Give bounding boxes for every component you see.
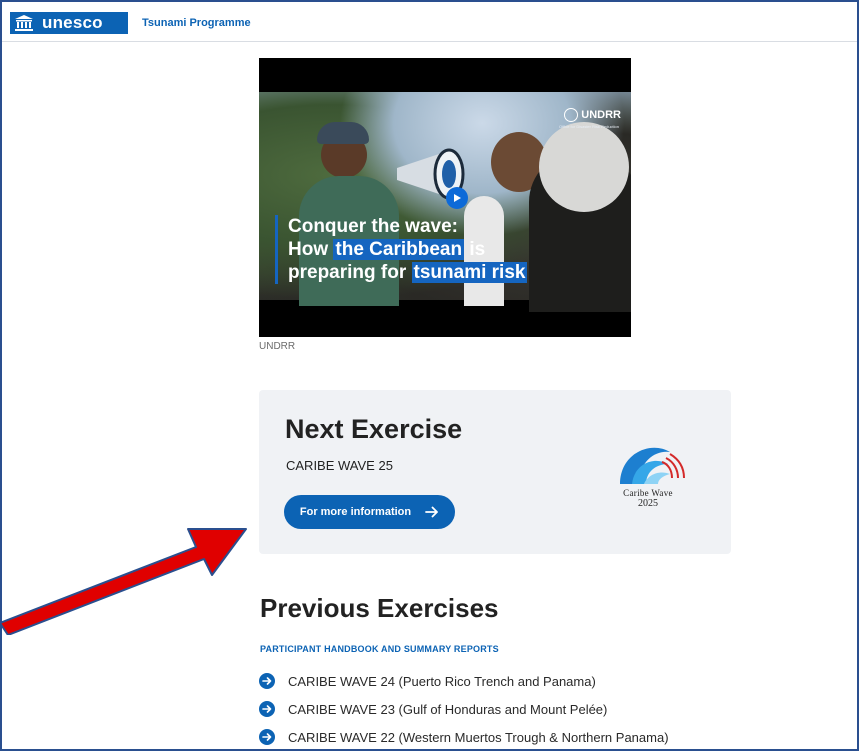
list-item[interactable]: CARIBE WAVE 24 (Puerto Rico Trench and P…	[259, 670, 669, 692]
arrow-circle-icon	[259, 701, 275, 717]
badge-line-2: 2025	[638, 498, 658, 509]
logo-wordmark: unesco	[42, 13, 103, 32]
list-item[interactable]: CARIBE WAVE 23 (Gulf of Honduras and Mou…	[259, 698, 669, 720]
watermark-subtitle: Office for Disaster Risk Reduction	[559, 124, 619, 129]
list-item-label: CARIBE WAVE 23 (Gulf of Honduras and Mou…	[288, 701, 608, 717]
wave-emblem-icon	[620, 447, 685, 484]
more-information-button[interactable]: For more information	[284, 495, 455, 529]
undrr-watermark: UNDRR	[564, 108, 621, 122]
top-bar: unesco Tsunami Programme	[2, 2, 857, 42]
next-exercise-heading: Next Exercise	[285, 414, 463, 444]
temple-icon	[15, 15, 33, 31]
caribe-wave-logo: Caribe Wave 2025	[610, 434, 686, 514]
next-exercise-card: Next Exercise CARIBE WAVE 25 For more in…	[259, 390, 731, 554]
unesco-logo[interactable]: unesco	[10, 12, 128, 34]
video-player[interactable]: UNDRR Office for Disaster Risk Reduction…	[259, 58, 631, 337]
badge-line-1: Caribe Wave	[623, 488, 673, 498]
arrow-circle-icon	[259, 729, 275, 745]
play-button[interactable]	[446, 187, 468, 209]
previous-exercises-list: CARIBE WAVE 24 (Puerto Rico Trench and P…	[259, 670, 669, 754]
video-caption: UNDRR	[259, 341, 296, 352]
play-icon	[454, 194, 461, 202]
video-headline: Conquer the wave: How the Caribbean is p…	[275, 215, 558, 284]
previous-exercises-heading: Previous Exercises	[260, 593, 499, 623]
handbook-section-label: PARTICIPANT HANDBOOK AND SUMMARY REPORTS	[260, 644, 499, 654]
arrow-right-icon	[425, 506, 439, 518]
watermark-text: UNDRR	[581, 109, 621, 121]
list-item-label: CARIBE WAVE 24 (Puerto Rico Trench and P…	[288, 673, 596, 689]
more-information-label: For more information	[299, 506, 412, 518]
headline-line-2: How the Caribbean is	[288, 239, 486, 260]
next-exercise-name: CARIBE WAVE 25	[286, 458, 393, 473]
headline-line-3: preparing for tsunami risk	[288, 262, 528, 283]
arrow-circle-icon	[259, 673, 275, 689]
un-globe-icon	[564, 108, 579, 122]
annotation-arrow-icon	[0, 528, 247, 635]
list-item-label: CARIBE WAVE 22 (Western Muertos Trough &…	[288, 729, 669, 745]
headline-line-1: Conquer the wave:	[288, 216, 458, 237]
programme-link[interactable]: Tsunami Programme	[142, 17, 251, 29]
list-item[interactable]: CARIBE WAVE 22 (Western Muertos Trough &…	[259, 726, 669, 748]
